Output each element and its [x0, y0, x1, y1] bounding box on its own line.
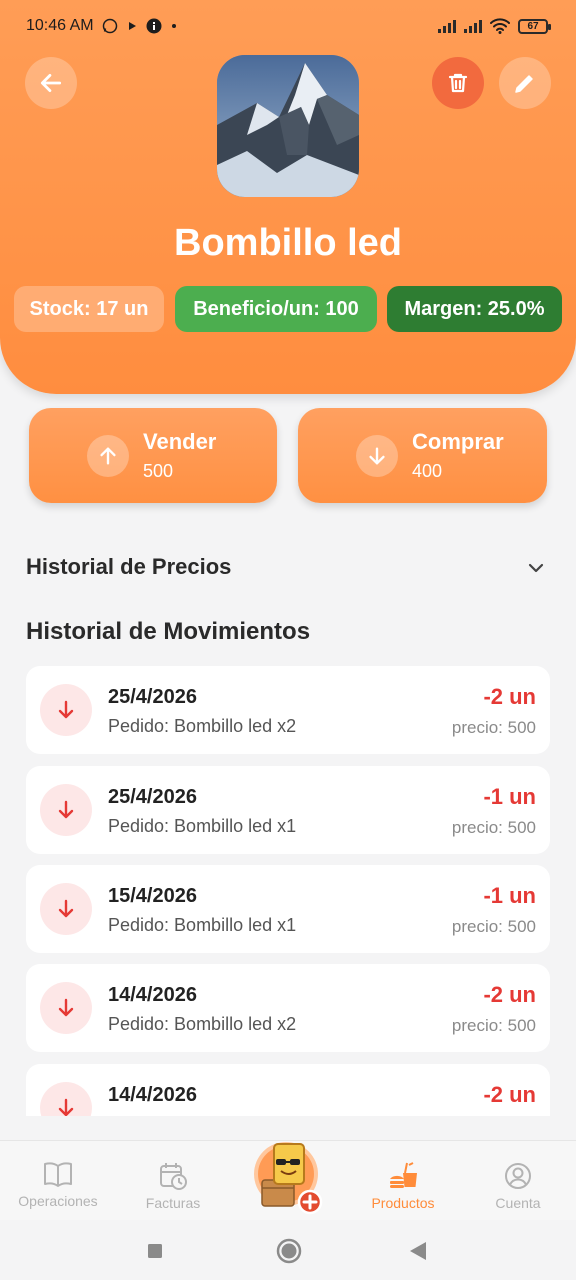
movement-description: Pedido: Bombillo led x1 [108, 816, 297, 836]
movement-date: 14/4/2026 [108, 984, 197, 1006]
nav-invoices[interactable]: Facturas [123, 1161, 223, 1211]
movement-quantity: -2 un [483, 1082, 536, 1107]
list-item[interactable]: 25/4/2026 Pedido: Bombillo led x2 -2 un … [26, 666, 550, 754]
list-item[interactable]: 15/4/2026 Pedido: Bombillo led x1 -1 un … [26, 865, 550, 953]
nav-products-label: Productos [371, 1195, 435, 1211]
sell-price: 500 [143, 461, 174, 481]
back-nav-icon[interactable] [408, 1240, 428, 1262]
status-bar: 10:46 AM 67 [0, 0, 576, 52]
arrow-down-icon [40, 883, 92, 935]
buy-price: 400 [412, 461, 443, 481]
arrow-down-icon [40, 982, 92, 1034]
buy-label: Comprar [412, 429, 504, 454]
movement-date: 14/4/2026 [108, 1084, 197, 1106]
battery-icon: 67 [518, 18, 551, 34]
chevron-down-icon[interactable] [524, 556, 548, 580]
nav-invoices-label: Facturas [145, 1195, 201, 1211]
arrow-down-icon [40, 784, 92, 836]
delete-button[interactable] [432, 57, 484, 109]
product-image [217, 55, 359, 197]
user-circle-icon [505, 1163, 531, 1189]
stock-chip: Stock: 17 un [14, 286, 164, 332]
arrow-down-icon [356, 434, 398, 477]
mascot-add-button[interactable] [250, 1140, 326, 1216]
pencil-icon [515, 75, 533, 93]
nav-operations-label: Operaciones [18, 1193, 98, 1209]
movements-title: Historial de Movimientos [26, 618, 311, 645]
product-header: Bombillo led Stock: 17 un Beneficio/un: … [0, 0, 576, 394]
benefit-chip: Beneficio/un: 100 [175, 286, 377, 332]
movement-date: 25/4/2026 [108, 686, 197, 708]
nav-operations[interactable]: Operaciones [8, 1161, 108, 1209]
movement-quantity: -1 un [483, 784, 536, 809]
buy-button[interactable]: Comprar 400 [298, 408, 547, 503]
dot-icon [171, 24, 176, 28]
recent-apps-icon[interactable] [146, 1242, 164, 1260]
nav-products[interactable]: Productos [353, 1161, 453, 1211]
sell-button[interactable]: Vender 500 [29, 408, 277, 503]
fast-food-icon [390, 1162, 417, 1188]
movement-date: 25/4/2026 [108, 786, 197, 808]
calendar-clock-icon [160, 1163, 187, 1190]
movement-price: precio: 500 [451, 917, 536, 936]
edit-button[interactable] [499, 57, 551, 109]
arrow-down-icon [40, 684, 92, 736]
movement-price: precio: 500 [451, 818, 536, 837]
movement-quantity: -1 un [483, 883, 536, 908]
list-item[interactable]: 14/4/2026 -2 un [26, 1064, 550, 1116]
status-time: 10:46 AM [26, 17, 94, 34]
list-item[interactable]: 25/4/2026 Pedido: Bombillo led x1 -1 un … [26, 766, 550, 854]
list-item[interactable]: 14/4/2026 Pedido: Bombillo led x2 -2 un … [26, 964, 550, 1052]
sell-label: Vender [143, 429, 217, 454]
movement-date: 15/4/2026 [108, 885, 197, 907]
arrow-down-icon [40, 1082, 92, 1116]
arrow-up-icon [87, 434, 129, 477]
play-icon [128, 22, 136, 30]
book-icon [44, 1162, 72, 1187]
nav-account[interactable]: Cuenta [468, 1161, 568, 1211]
price-history-toggle[interactable]: Historial de Precios [26, 554, 231, 580]
movement-description: Pedido: Bombillo led x1 [108, 915, 297, 935]
wifi-icon [490, 18, 510, 34]
movements-list[interactable]: 25/4/2026 Pedido: Bombillo led x2 -2 un … [26, 666, 550, 1116]
movement-price: precio: 500 [451, 1016, 536, 1035]
product-title: Bombillo led [174, 222, 402, 264]
movement-quantity: -2 un [483, 684, 536, 709]
system-nav-bar [0, 1220, 576, 1280]
arrow-left-icon [40, 74, 62, 92]
movement-price: precio: 500 [451, 718, 536, 737]
whatsapp-icon [102, 18, 117, 34]
nav-account-label: Cuenta [495, 1195, 541, 1211]
info-icon [146, 18, 162, 34]
movement-description: Pedido: Bombillo led x2 [108, 1014, 297, 1034]
margin-chip: Margen: 25.0% [387, 286, 562, 332]
back-button[interactable] [25, 57, 77, 109]
movement-quantity: -2 un [483, 982, 536, 1007]
trash-icon [448, 73, 468, 93]
home-icon[interactable] [276, 1238, 302, 1264]
signal-icon [464, 19, 482, 33]
movement-description: Pedido: Bombillo led x2 [108, 716, 297, 736]
signal-icon [438, 19, 456, 33]
